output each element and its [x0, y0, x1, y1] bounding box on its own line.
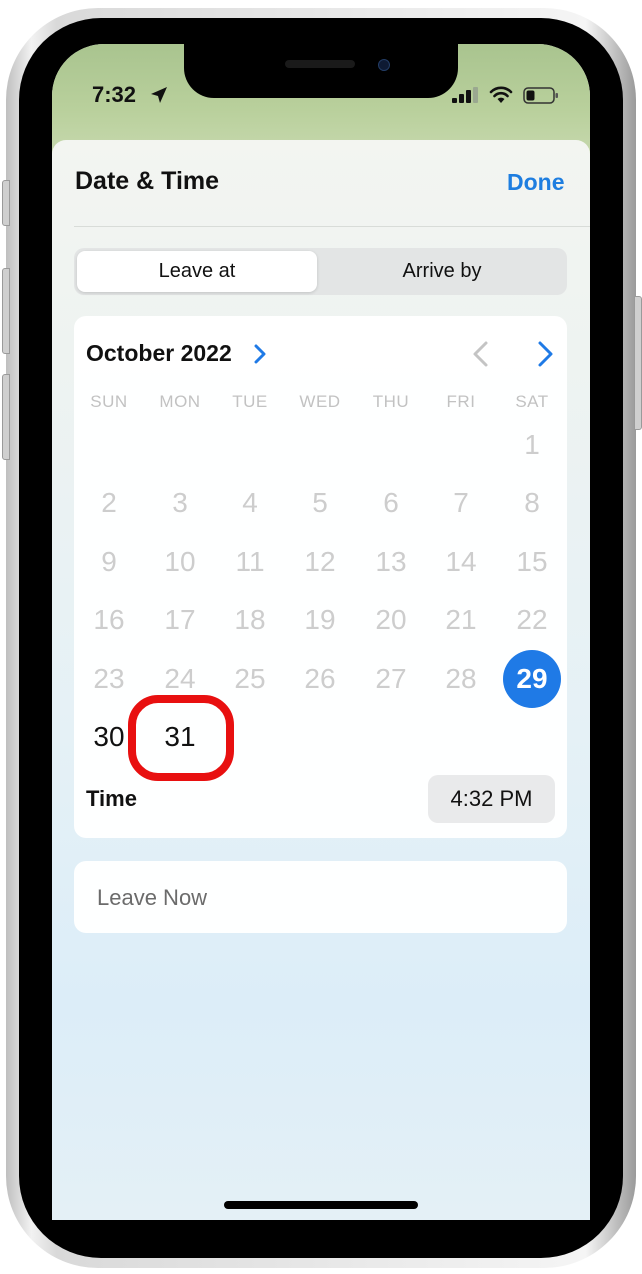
- calendar-day: 27: [375, 663, 407, 694]
- calendar-day: 18: [234, 604, 266, 635]
- header-divider: [74, 226, 590, 227]
- highlight-circle-annotation: [128, 695, 234, 781]
- weekday-fri: FRI: [446, 392, 476, 411]
- calendar-day: 17: [164, 604, 196, 635]
- volume-down-button: [2, 374, 10, 460]
- segment-arrive-by[interactable]: Arrive by: [320, 251, 564, 292]
- calendar-day: 25: [234, 663, 266, 694]
- front-camera: [378, 59, 390, 71]
- calendar-day: 11: [235, 546, 265, 577]
- calendar-day: 14: [445, 546, 477, 577]
- sheet-title: Date & Time: [75, 167, 220, 195]
- calendar-day: 21: [445, 604, 477, 635]
- notch: [184, 44, 458, 98]
- calendar-day: 26: [304, 663, 336, 694]
- status-time: 7:32: [92, 82, 137, 107]
- calendar-day: 15: [516, 546, 548, 577]
- calendar-day-selected[interactable]: 29: [503, 650, 561, 708]
- weekday-thu: THU: [372, 392, 410, 411]
- calendar-day: 16: [93, 604, 125, 635]
- volume-up-button: [2, 268, 10, 354]
- calendar-day: 6: [383, 487, 399, 518]
- time-label: Time: [86, 786, 137, 811]
- time-picker-button[interactable]: 4:32 PM: [428, 775, 555, 823]
- calendar-day: 1: [524, 429, 540, 460]
- segment-leave-at[interactable]: Leave at: [77, 251, 317, 292]
- leave-now-button[interactable]: Leave Now: [74, 861, 567, 933]
- speaker: [285, 60, 355, 68]
- calendar-day: 2: [101, 487, 117, 518]
- side-button: [634, 296, 642, 430]
- wifi-icon: [489, 86, 513, 103]
- battery-icon: [523, 87, 558, 104]
- weekday-sun: SUN: [90, 392, 128, 411]
- calendar-day: 13: [375, 546, 407, 577]
- home-indicator[interactable]: [224, 1201, 418, 1209]
- calendar-day: 20: [375, 604, 407, 635]
- month-year-picker-label[interactable]: October 2022: [86, 340, 232, 367]
- calendar-day: 3: [172, 487, 188, 518]
- calendar-day: 5: [312, 487, 328, 518]
- calendar-day: 19: [304, 604, 336, 635]
- calendar-day: 7: [453, 487, 469, 518]
- chevron-right-icon[interactable]: [252, 343, 268, 365]
- cellular-signal-icon: [452, 87, 478, 103]
- silent-switch: [2, 180, 10, 226]
- weekday-sat: SAT: [515, 392, 549, 411]
- calendar-day: 9: [101, 546, 117, 577]
- weekday-wed: WED: [299, 392, 341, 411]
- calendar-day: 22: [516, 604, 548, 635]
- done-button[interactable]: Done: [507, 169, 565, 196]
- calendar-day: 23: [93, 663, 125, 694]
- calendar-day: 28: [445, 663, 477, 694]
- previous-month-button[interactable]: [468, 340, 494, 368]
- calendar-day: 12: [304, 546, 336, 577]
- location-arrow-icon: [151, 87, 167, 103]
- weekday-tue: TUE: [232, 392, 268, 411]
- leave-arrive-segmented-control: Leave at Arrive by: [74, 248, 567, 295]
- calendar-day: 8: [524, 487, 540, 518]
- leave-now-label: Leave Now: [97, 885, 208, 910]
- calendar-day: 10: [164, 546, 196, 577]
- calendar-day: 4: [242, 487, 258, 518]
- weekday-mon: MON: [159, 392, 201, 411]
- next-month-button[interactable]: [532, 340, 558, 368]
